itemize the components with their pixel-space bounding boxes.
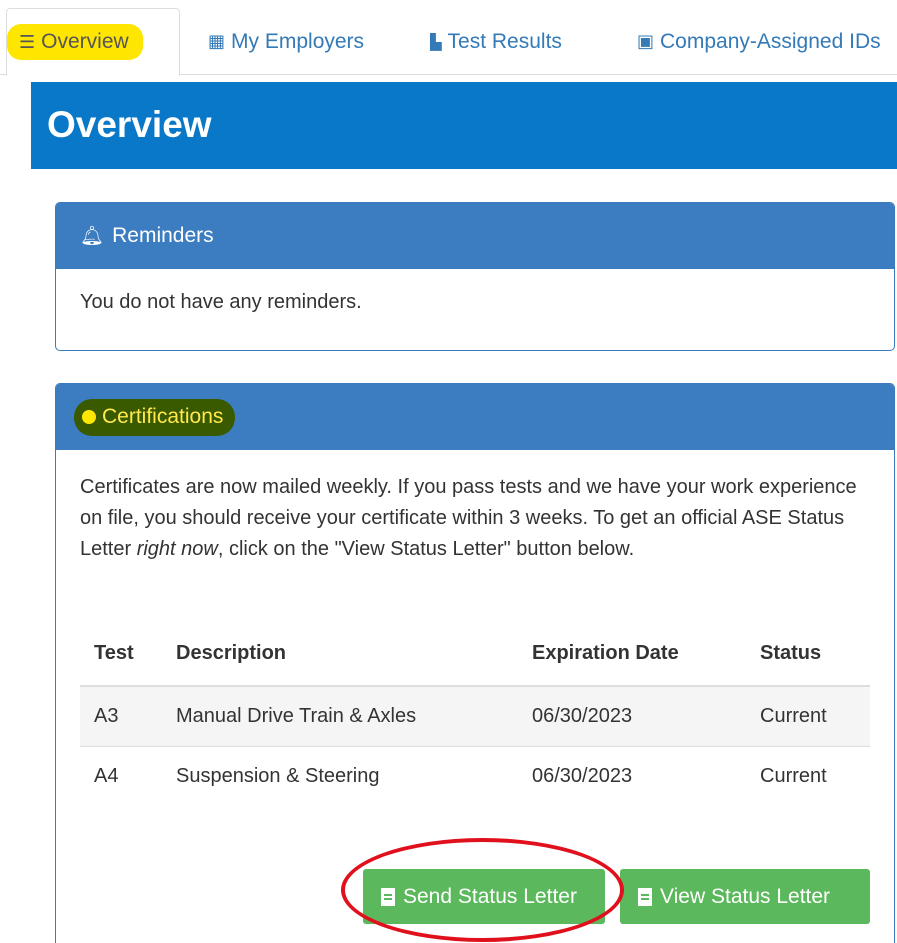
id-card-icon: ▣: [637, 31, 655, 51]
reminders-title: Reminders: [112, 224, 214, 247]
intro-text-italic: right now: [136, 538, 218, 560]
send-status-letter-button[interactable]: Send Status Letter: [363, 869, 605, 924]
cell-test: A3: [80, 685, 162, 746]
certificate-icon: [82, 409, 96, 424]
certifications-panel: Certifications Certificates are now mail…: [55, 383, 895, 943]
cell-expiration: 06/30/2023: [518, 685, 746, 746]
send-status-letter-label: Send Status Letter: [403, 884, 577, 908]
page-title: Overview: [47, 104, 212, 145]
cell-test: A4: [80, 745, 162, 806]
bar-chart-icon: ▙: [430, 33, 442, 51]
view-status-letter-label: View Status Letter: [660, 884, 831, 908]
list-icon: ☰: [19, 32, 36, 52]
certifications-heading: Certifications: [56, 384, 894, 450]
tab-company-assigned-ids[interactable]: ▣ Company-Assigned IDs: [637, 8, 881, 75]
reminders-panel: 🔔︎ Reminders You do not have any reminde…: [55, 202, 895, 351]
certifications-title: Certifications: [102, 404, 224, 428]
table-row: A4 Suspension & Steering 06/30/2023 Curr…: [80, 745, 870, 806]
column-header-test: Test: [80, 622, 162, 687]
tab-test-results[interactable]: ▙ Test Results: [430, 8, 562, 75]
intro-text-2: , click on the "View Status Letter" butt…: [217, 538, 635, 560]
building-icon: ▦: [208, 31, 226, 51]
certifications-intro: Certificates are now mailed weekly. If y…: [80, 472, 870, 565]
column-header-expiration-date: Expiration Date: [518, 622, 746, 687]
view-status-letter-button[interactable]: View Status Letter: [620, 869, 870, 924]
document-icon: [638, 887, 652, 906]
cell-description: Manual Drive Train & Axles: [162, 685, 518, 746]
tab-my-employers-label: My Employers: [231, 29, 365, 53]
tab-test-results-label: Test Results: [447, 29, 562, 53]
cell-expiration: 06/30/2023: [518, 745, 746, 806]
document-icon: [381, 887, 395, 906]
table-header-row: Test Description Expiration Date Status: [80, 622, 870, 687]
certifications-body: Certificates are now mailed weekly. If y…: [56, 450, 894, 587]
tab-overview[interactable]: ☰ Overview: [6, 8, 180, 76]
page-banner: Overview: [31, 82, 897, 169]
certifications-highlight: Certifications: [74, 398, 236, 436]
cell-status: Current: [746, 745, 870, 806]
reminders-message: You do not have any reminders.: [80, 291, 362, 313]
certifications-table: Test Description Expiration Date Status …: [80, 622, 870, 806]
table-row: A3 Manual Drive Train & Axles 06/30/2023…: [80, 685, 870, 746]
tab-my-employers[interactable]: ▦ My Employers: [208, 8, 364, 75]
cell-description: Suspension & Steering: [162, 745, 518, 806]
reminders-heading: 🔔︎ Reminders: [56, 203, 894, 269]
bell-icon: 🔔︎: [80, 226, 105, 247]
tab-company-assigned-ids-label: Company-Assigned IDs: [660, 29, 881, 53]
tab-overview-label: Overview: [41, 30, 129, 53]
column-header-description: Description: [162, 622, 518, 687]
reminders-body: You do not have any reminders.: [56, 269, 894, 336]
tab-overview-highlight: ☰ Overview: [7, 24, 143, 60]
nav-tabs: ☰ Overview ▦ My Employers ▙ Test Results ▣ C…: [0, 0, 897, 76]
cell-status: Current: [746, 685, 870, 746]
column-header-status: Status: [746, 622, 870, 687]
